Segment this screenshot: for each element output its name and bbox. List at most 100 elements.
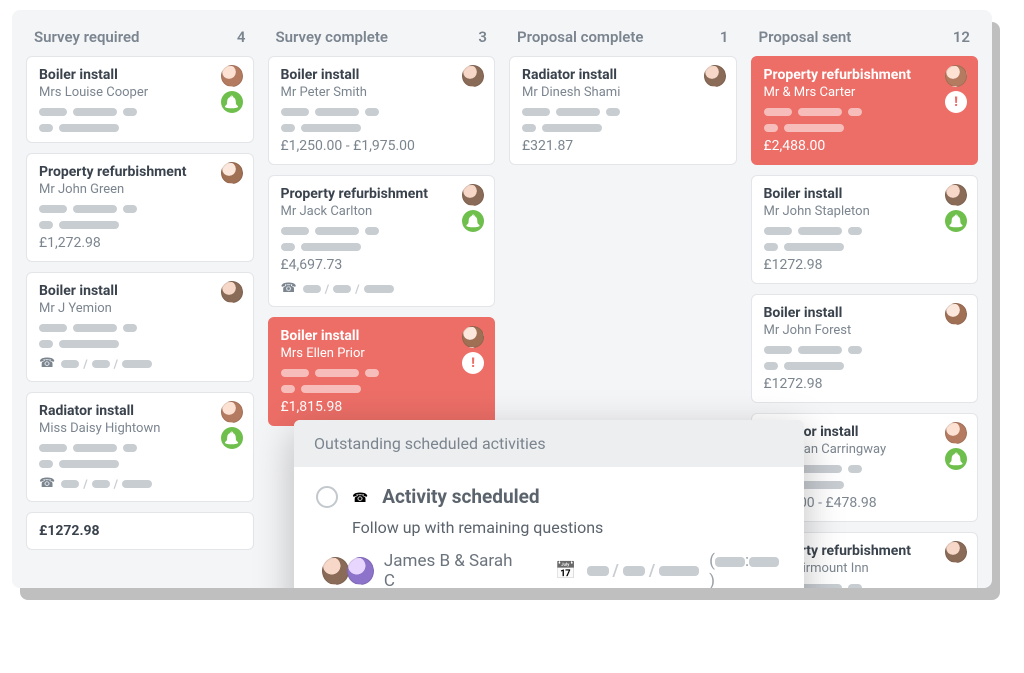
column-title: Proposal sent bbox=[759, 28, 852, 46]
address-placeholder bbox=[39, 460, 241, 468]
activity-time-placeholder: (:) bbox=[709, 551, 782, 588]
address-placeholder bbox=[39, 221, 241, 229]
customer-avatar bbox=[945, 184, 967, 206]
address-placeholder bbox=[281, 369, 483, 377]
customer-avatar bbox=[221, 65, 243, 87]
kanban-board: Survey required4Boiler installMrs Louise… bbox=[12, 10, 992, 588]
job-card[interactable]: Property refurbishmentMr Jack Carlton£4,… bbox=[268, 175, 496, 307]
card-customer: Mr Jack Carlton bbox=[281, 204, 483, 219]
followup-row: // bbox=[39, 476, 241, 491]
job-card[interactable]: Boiler installMrs Louise Cooper bbox=[26, 56, 254, 143]
phone-icon bbox=[39, 476, 55, 491]
followup-date-placeholder: // bbox=[303, 282, 394, 296]
address-placeholder bbox=[281, 385, 483, 393]
bell-icon bbox=[221, 91, 243, 113]
card-customer: Mr John Green bbox=[39, 182, 241, 197]
card-price: £1,250.00 - £1,975.00 bbox=[281, 138, 483, 154]
card-title: Boiler install bbox=[281, 328, 483, 344]
address-placeholder bbox=[39, 444, 241, 452]
card-title: Property refurbishment bbox=[39, 164, 241, 180]
job-card[interactable]: Boiler install Mrs Ellen Prior £1,815.98 bbox=[268, 317, 496, 426]
address-placeholder bbox=[764, 346, 966, 354]
card-price: £4,697.73 bbox=[281, 257, 483, 273]
card-customer: Mr Peter Smith bbox=[281, 85, 483, 100]
card-price: £2,488.00 bbox=[764, 138, 966, 154]
activity-popover: Outstanding scheduled activities Activit… bbox=[294, 420, 804, 588]
job-card[interactable]: Property refurbishment Mr & Mrs Carter £2,… bbox=[751, 56, 979, 165]
alert-icon bbox=[462, 352, 484, 374]
calendar-icon bbox=[555, 561, 576, 581]
activity-complete-radio[interactable] bbox=[316, 486, 338, 508]
card-customer: Mr & Mrs Carter bbox=[764, 85, 966, 100]
card-title: Boiler install bbox=[764, 186, 966, 202]
address-placeholder bbox=[764, 124, 966, 132]
card-price: £1272.98 bbox=[764, 257, 966, 273]
card-customer: Mrs Ellen Prior bbox=[281, 346, 483, 361]
assignee-avatar bbox=[322, 557, 349, 585]
activity-description: Follow up with remaining questions bbox=[352, 518, 782, 537]
address-placeholder bbox=[764, 227, 966, 235]
bell-icon bbox=[221, 427, 243, 449]
address-placeholder bbox=[764, 362, 966, 370]
phone-icon bbox=[352, 487, 368, 506]
customer-avatar bbox=[945, 303, 967, 325]
popover-header: Outstanding scheduled activities bbox=[294, 420, 804, 467]
job-card[interactable]: Radiator install Miss Daisy Hightown // bbox=[26, 392, 254, 502]
column-count: 1 bbox=[720, 28, 729, 46]
address-placeholder bbox=[764, 243, 966, 251]
card-price: £1272.98 bbox=[764, 376, 966, 392]
customer-avatar bbox=[945, 65, 967, 87]
assignee-avatar bbox=[347, 557, 374, 585]
card-price: £1,272.98 bbox=[39, 235, 241, 251]
job-card[interactable]: Boiler installMr John Stapleton£1272.98 bbox=[751, 175, 979, 284]
card-customer: Mr Dinesh Shami bbox=[522, 85, 724, 100]
customer-avatar bbox=[945, 422, 967, 444]
customer-avatar bbox=[462, 184, 484, 206]
job-card[interactable]: Boiler install Mr J Yemion // bbox=[26, 272, 254, 382]
column-count: 3 bbox=[478, 28, 487, 46]
job-card[interactable]: Boiler install Mr Peter Smith £1,250.00 - … bbox=[268, 56, 496, 165]
followup-date-placeholder: // bbox=[61, 477, 152, 491]
phone-icon bbox=[281, 281, 297, 296]
followup-row: // bbox=[281, 281, 483, 296]
address-placeholder bbox=[281, 124, 483, 132]
job-card[interactable]: Boiler installMr John Forest£1272.98 bbox=[751, 294, 979, 403]
card-title: Boiler install bbox=[39, 283, 241, 299]
bell-icon bbox=[945, 448, 967, 470]
card-title: Radiator install bbox=[39, 403, 241, 419]
assignee-names: James B & Sarah C bbox=[384, 551, 522, 588]
column-title: Survey required bbox=[34, 28, 139, 46]
address-placeholder bbox=[522, 124, 724, 132]
address-placeholder bbox=[281, 227, 483, 235]
address-placeholder bbox=[522, 108, 724, 116]
card-title: Property refurbishment bbox=[764, 67, 966, 83]
customer-avatar bbox=[221, 162, 243, 184]
card-customer: Miss Daisy Hightown bbox=[39, 421, 241, 436]
card-price: £1,815.98 bbox=[281, 399, 483, 415]
card-price: £321.87 bbox=[522, 138, 724, 154]
card-customer: Mrs Louise Cooper bbox=[39, 85, 241, 100]
card-customer: Mr J Yemion bbox=[39, 301, 241, 316]
address-placeholder bbox=[39, 108, 241, 116]
address-placeholder bbox=[764, 108, 966, 116]
job-card[interactable]: Radiator install Mr Dinesh Shami £321.87 bbox=[509, 56, 737, 165]
job-card[interactable]: Property refurbishment Mr John Green £1,27… bbox=[26, 153, 254, 262]
card-customer: Mr John Forest bbox=[764, 323, 966, 338]
bell-icon bbox=[462, 210, 484, 232]
activity-date-placeholder: // bbox=[587, 561, 700, 581]
address-placeholder bbox=[39, 340, 241, 348]
address-placeholder bbox=[39, 124, 241, 132]
column-total: £1272.98 bbox=[26, 512, 254, 550]
address-placeholder bbox=[39, 324, 241, 332]
column-count: 4 bbox=[237, 28, 246, 46]
followup-row: // bbox=[39, 356, 241, 371]
activity-title: Activity scheduled bbox=[382, 485, 539, 508]
column-title: Proposal complete bbox=[517, 28, 643, 46]
card-title: Radiator install bbox=[522, 67, 724, 83]
phone-icon bbox=[39, 356, 55, 371]
address-placeholder bbox=[281, 243, 483, 251]
bell-icon bbox=[945, 210, 967, 232]
customer-avatar bbox=[462, 326, 484, 348]
card-title: Boiler install bbox=[281, 67, 483, 83]
alert-icon bbox=[945, 91, 967, 113]
